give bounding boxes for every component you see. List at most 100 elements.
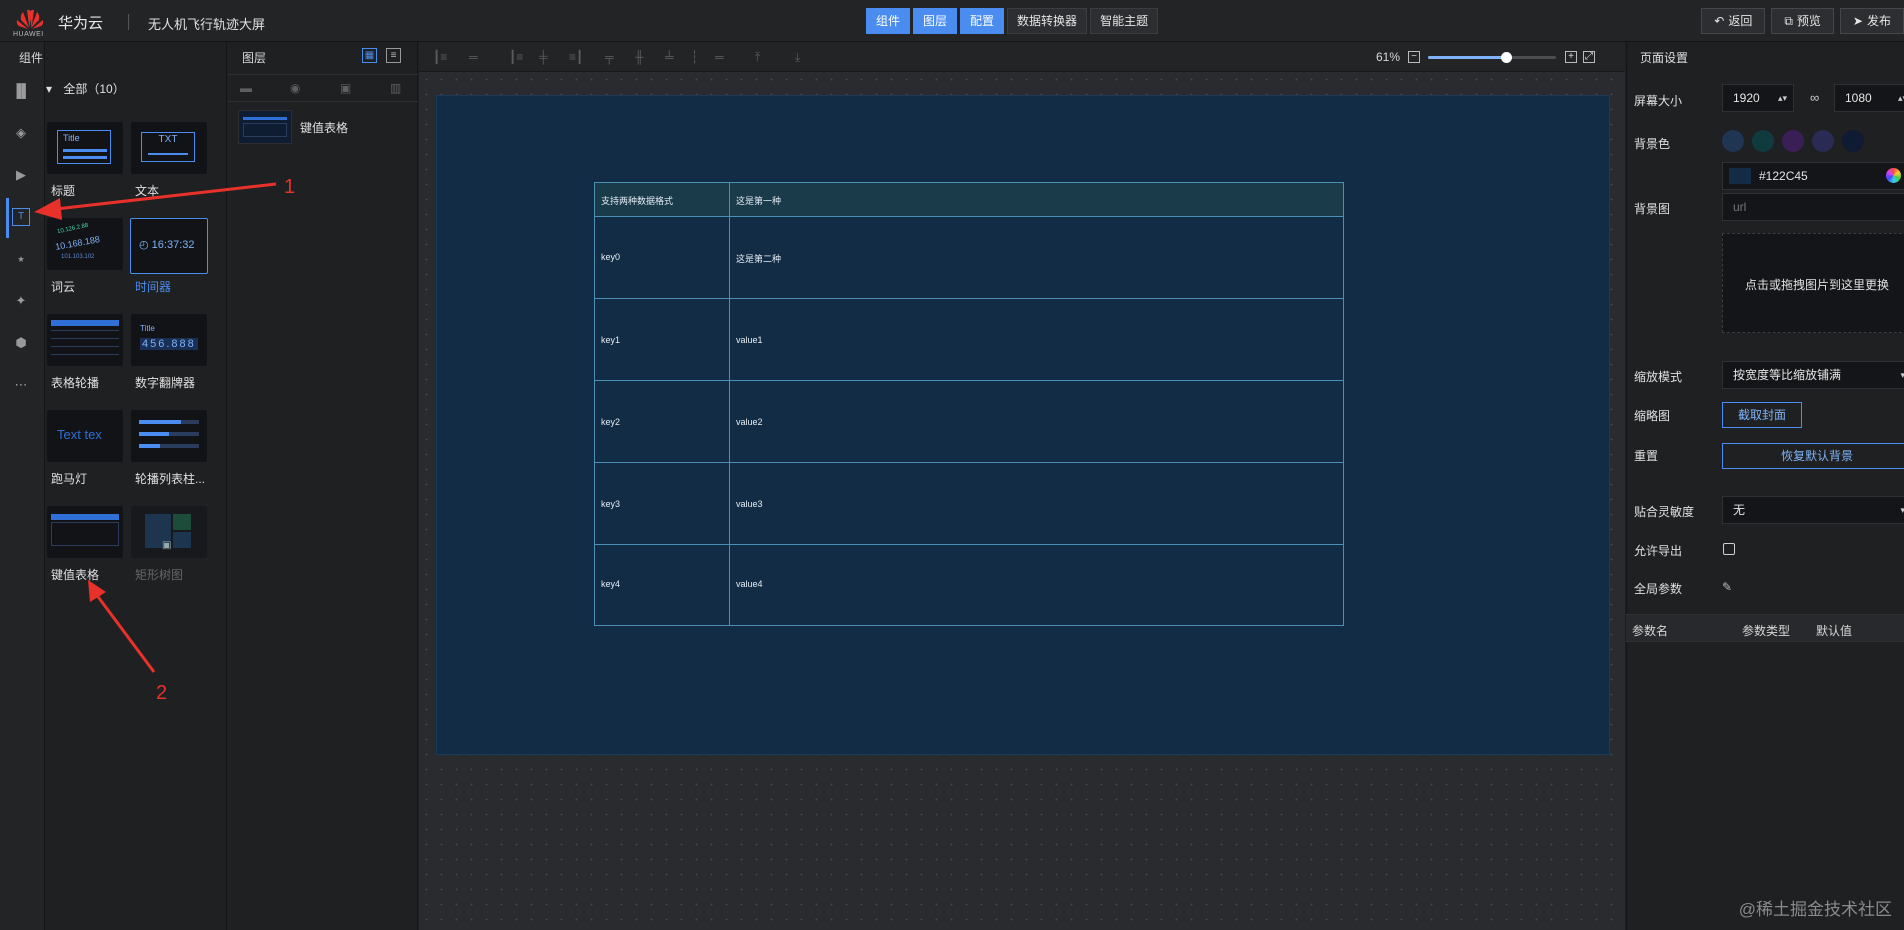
logo-text: HUAWEI	[13, 31, 44, 38]
component-label-kv-table: 键值表格	[51, 568, 100, 582]
text-thumb-text: TXT	[158, 134, 178, 145]
media-icon[interactable]: ▶	[12, 166, 30, 184]
color-picker-icon[interactable]	[1886, 168, 1901, 183]
map-icon[interactable]: ◈	[12, 124, 30, 142]
zoom-slider-handle[interactable]	[1501, 52, 1512, 63]
edit-icon[interactable]: ✎	[1722, 580, 1732, 594]
component-label-marquee: 跑马灯	[51, 472, 88, 486]
kv-table-header-row: 支持两种数据格式 这是第一种	[595, 183, 1343, 217]
fit-screen-icon[interactable]: ⤢	[1583, 51, 1595, 63]
smart-theme-button[interactable]: 智能主题	[1090, 8, 1159, 34]
bar-chart-icon[interactable]: ▐▌	[12, 82, 30, 100]
kv-column-divider	[729, 183, 730, 625]
lock-icon[interactable]: ▣	[340, 81, 351, 95]
component-card-wordcloud[interactable]: 10.126.2.88 10.168.188 101.103.102	[47, 218, 123, 270]
publish-button[interactable]: ➤ 发布	[1839, 8, 1904, 34]
scale-mode-select[interactable]: 按宽度等比缩放铺满 ▾	[1722, 361, 1904, 389]
component-group-header[interactable]: ▾ 全部（10）	[46, 80, 125, 97]
color-swatch[interactable]	[1782, 130, 1804, 152]
grid-view-icon[interactable]: ▦	[362, 48, 377, 63]
relation-icon[interactable]: ⭑	[12, 250, 30, 268]
send-back-icon[interactable]: ⤓	[795, 50, 800, 65]
list-view-icon[interactable]: ≡	[386, 48, 401, 63]
component-card-treemap[interactable]: ▣	[131, 506, 207, 558]
toggle-layers-button[interactable]: 图层	[913, 8, 958, 34]
link-ratio-icon[interactable]: ∞	[1810, 90, 1819, 105]
snap-sensitivity-select[interactable]: 无 ▾	[1722, 496, 1904, 524]
zoom-slider[interactable]	[1428, 52, 1556, 63]
stepper-icon[interactable]: ▴▾	[1898, 85, 1904, 111]
color-swatch[interactable]	[1722, 130, 1744, 152]
capture-cover-button[interactable]: 截取封面	[1722, 402, 1802, 428]
color-swatch[interactable]	[1842, 130, 1864, 152]
folder-icon[interactable]: ▬	[240, 81, 252, 95]
screen-height-input[interactable]: 1080 ▴▾	[1834, 84, 1904, 112]
component-card-text[interactable]: TXT	[131, 122, 207, 174]
component-card-marquee[interactable]: Text tex	[47, 410, 123, 462]
title-thumb-bar	[63, 156, 107, 159]
screen-width-input[interactable]: 1920 ▴▾	[1722, 84, 1794, 112]
bar-list-thumb-fill	[139, 420, 181, 424]
distribute-h-icon[interactable]: ┆	[691, 50, 698, 64]
restore-default-bg-button[interactable]: 恢复默认背景	[1722, 443, 1904, 469]
kv-thumb-header	[51, 514, 119, 520]
other-icon[interactable]: ⬢	[12, 334, 30, 352]
color-swatch[interactable]	[1812, 130, 1834, 152]
component-label-title: 标题	[51, 184, 76, 198]
data-converter-button[interactable]: 数据转换器	[1007, 8, 1088, 34]
bring-front-icon[interactable]: ⤒	[755, 50, 760, 65]
clock-icon: ◴	[139, 239, 149, 251]
align-center-h-icon[interactable]: ═	[469, 50, 478, 64]
color-swatch[interactable]	[1752, 130, 1774, 152]
layer-item-label[interactable]: 键值表格	[300, 119, 348, 136]
lock-icon: ▣	[162, 540, 172, 551]
eye-icon[interactable]: ◉	[290, 81, 300, 95]
component-card-table-carousel[interactable]	[47, 314, 123, 366]
zoom-out-icon[interactable]: −	[1408, 51, 1420, 63]
align-top-icon[interactable]: ╤	[605, 50, 614, 64]
back-button[interactable]: ↶ 返回	[1701, 8, 1766, 34]
snap-sensitivity-value: 无	[1733, 503, 1746, 517]
align-middle-icon[interactable]: ╫	[635, 50, 644, 64]
text-icon[interactable]: T	[12, 208, 30, 226]
action-button-group: ↶ 返回 ⧉ 预览 ➤ 发布	[1701, 8, 1904, 34]
component-card-carousel-bar-list[interactable]	[131, 410, 207, 462]
component-card-number-flipper[interactable]: Title 456.888	[131, 314, 207, 366]
kv-key-cell: key2	[601, 417, 621, 427]
thumbnail-label: 缩略图	[1634, 409, 1671, 423]
kv-value-cell: value1	[736, 335, 763, 345]
more-icon[interactable]: ⋯	[12, 376, 30, 394]
kv-key-cell: key1	[601, 335, 621, 345]
allow-export-checkbox[interactable]	[1723, 543, 1735, 555]
treemap-thumb-block	[173, 532, 191, 548]
distribute-v-icon[interactable]: ═	[715, 50, 724, 64]
toggle-config-button[interactable]: 配置	[960, 8, 1005, 34]
interaction-icon[interactable]: ✦	[12, 292, 30, 310]
component-card-kv-table[interactable]	[47, 506, 123, 558]
trash-icon[interactable]: ▥	[390, 81, 401, 95]
bg-color-input[interactable]: #122C45	[1722, 162, 1904, 190]
align-left-icon[interactable]: ┃≡	[433, 50, 447, 64]
component-card-timer[interactable]: ◴ 16:37:32	[130, 218, 208, 274]
timer-thumb: ◴ 16:37:32	[139, 238, 195, 251]
component-card-title[interactable]: Title	[47, 122, 123, 174]
kv-table-widget[interactable]: 支持两种数据格式 这是第一种 key0 这是第二种 key1 value1 ke…	[594, 182, 1344, 626]
component-label-carousel-bar-list: 轮播列表柱...	[135, 472, 206, 486]
layer-item-thumbnail[interactable]	[238, 110, 292, 144]
align-right-icon[interactable]: ┃≡	[509, 50, 523, 64]
toggle-components-button[interactable]: 组件	[866, 8, 911, 34]
kv-header-key: 支持两种数据格式	[601, 196, 674, 206]
align-center-icon[interactable]: ╪	[539, 50, 548, 64]
bar-list-thumb-track	[139, 420, 199, 424]
stepper-icon[interactable]: ▴▾	[1778, 85, 1787, 111]
back-button-label: 返回	[1728, 14, 1753, 28]
align-end-icon[interactable]: ≡┃	[569, 50, 583, 64]
zoom-in-icon[interactable]: +	[1565, 51, 1577, 63]
align-bottom-icon[interactable]: ╧	[665, 50, 674, 64]
component-label-table-carousel: 表格轮播	[51, 376, 100, 390]
param-table-header: 参数名 参数类型 默认值	[1626, 614, 1904, 642]
preview-button[interactable]: ⧉ 预览	[1771, 8, 1834, 34]
marquee-thumb-text: Text tex	[57, 427, 102, 442]
bg-image-url-input[interactable]: url	[1722, 193, 1904, 221]
preview-button-label: 预览	[1796, 14, 1821, 28]
